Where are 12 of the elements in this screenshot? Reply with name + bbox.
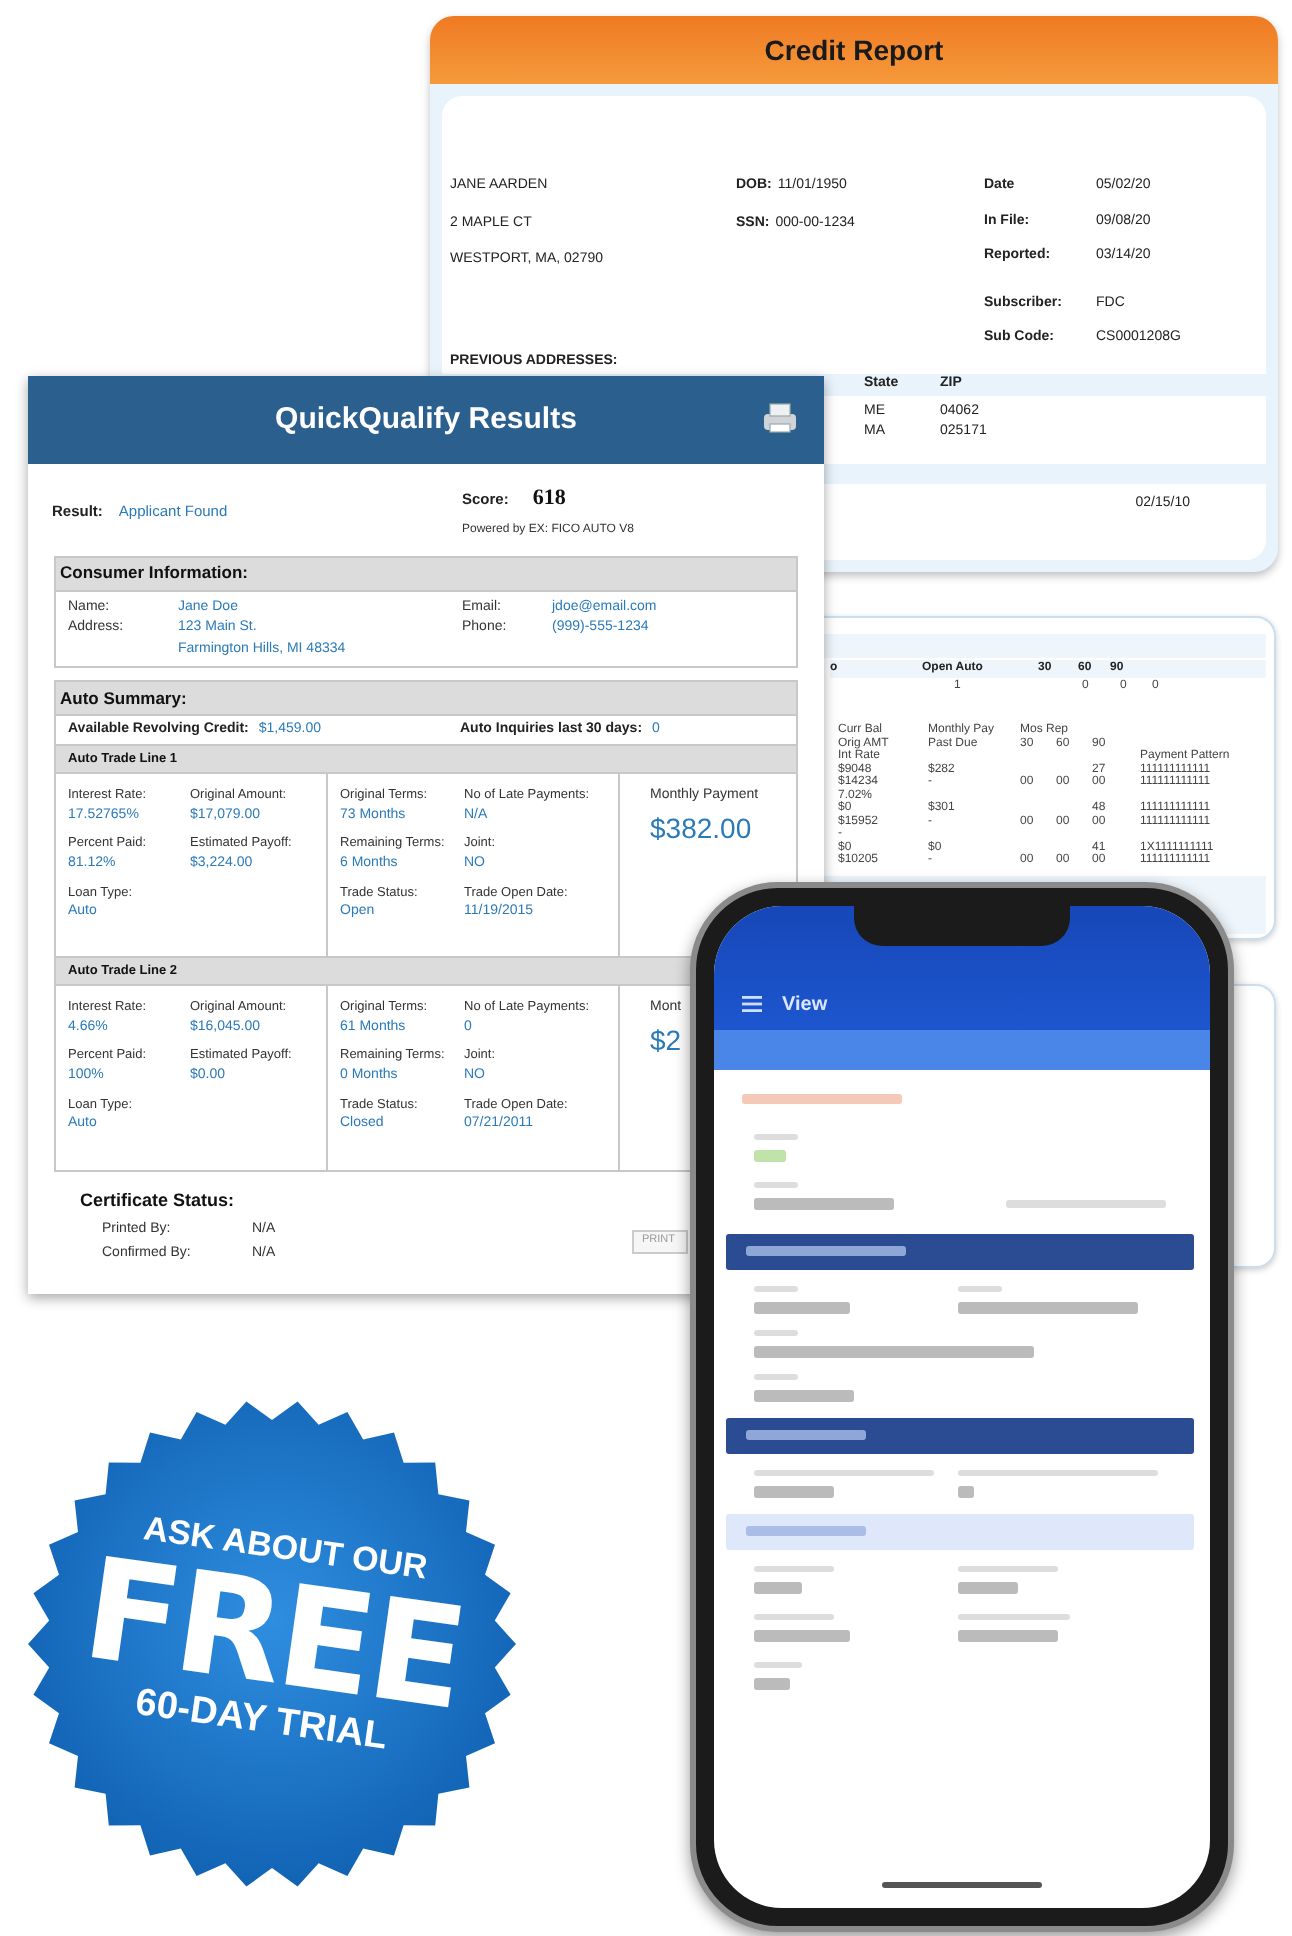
screen-title: View	[782, 991, 828, 1019]
menu-icon	[742, 996, 762, 1012]
starburst-badge-icon	[28, 1400, 516, 1888]
section-title: Certificate Status:	[80, 1188, 237, 1214]
printer-icon	[760, 402, 800, 434]
payment-amount: $2	[650, 1021, 682, 1059]
payment-amount: $382.00	[650, 809, 752, 847]
section-title: Consumer Information:	[56, 557, 796, 591]
report-title: Credit Report	[430, 16, 1278, 84]
section-title: Auto Summary:	[56, 682, 796, 716]
results-title: QuickQualify Results	[275, 399, 577, 440]
score-value: 618	[532, 484, 566, 514]
